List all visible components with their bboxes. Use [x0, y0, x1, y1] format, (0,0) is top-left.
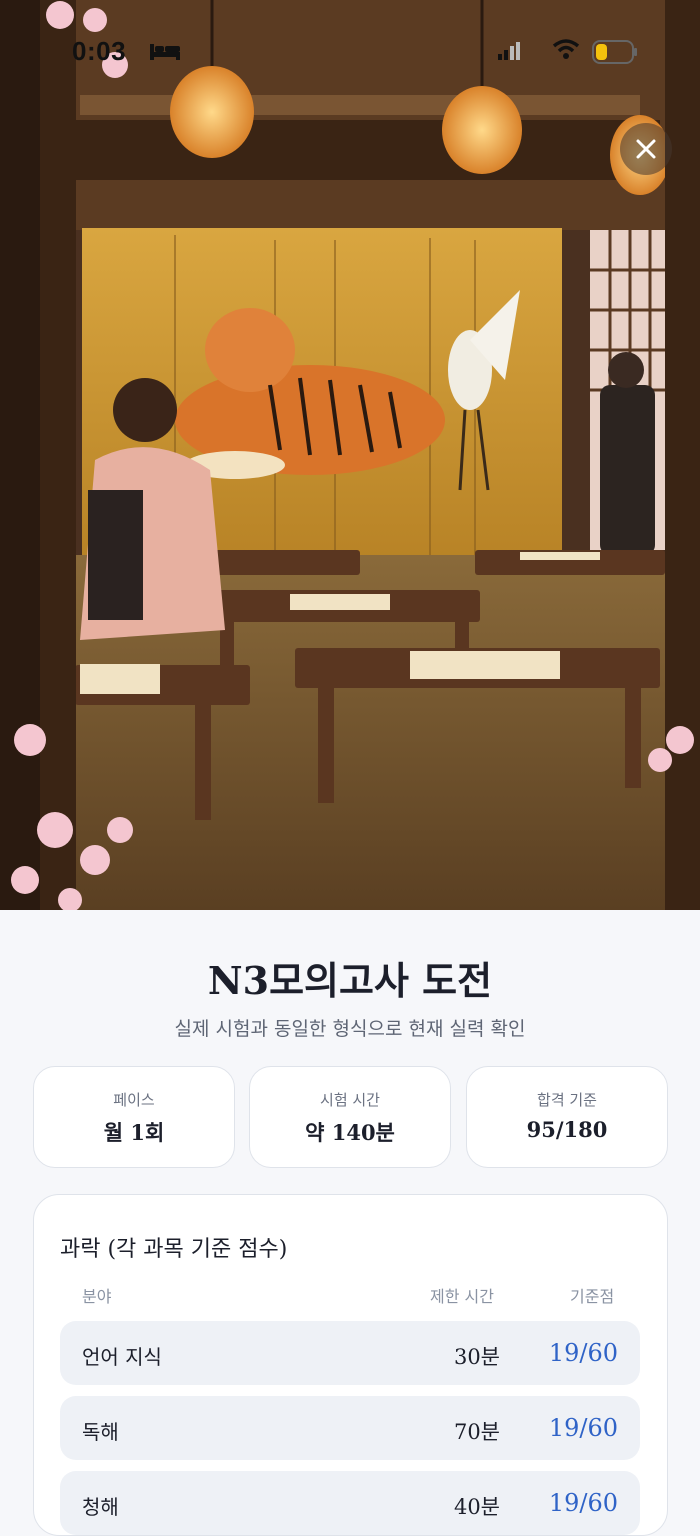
- close-button[interactable]: [620, 123, 672, 175]
- info-card-pace: 페이스 월 1회: [33, 1066, 235, 1168]
- row-cutoff-score: 19/60: [548, 1339, 618, 1367]
- header-cutoff-score: 기준점: [570, 1287, 615, 1306]
- info-card-pass-mark: 합격 기준 95/180: [466, 1066, 668, 1168]
- hero-illustration: 0:03: [0, 0, 700, 910]
- wifi-icon: [552, 38, 580, 60]
- battery-icon: [592, 40, 638, 64]
- page-subtitle: 실제 시험과 동일한 형식으로 현재 실력 확인: [174, 1018, 526, 1040]
- page-title: N3모의고사 도전: [207, 958, 493, 1003]
- header-section: 분야: [82, 1287, 112, 1306]
- row-section-name: 언어 지식: [82, 1345, 162, 1369]
- table-row: 언어 지식 30분 19/60: [60, 1321, 640, 1385]
- table-row: 청해 40분 19/60: [60, 1471, 640, 1535]
- info-card-duration: 시험 시간 약 140분: [249, 1066, 451, 1168]
- info-card-value: 월 1회: [103, 1120, 165, 1145]
- row-time-limit: 70분: [453, 1420, 500, 1444]
- info-card-label: 합격 기준: [537, 1091, 597, 1109]
- row-cutoff-score: 19/60: [548, 1414, 618, 1442]
- exam-details: N3모의고사 도전 실제 시험과 동일한 형식으로 현재 실력 확인 페이스 월…: [0, 910, 700, 1536]
- info-card-value: 95/180: [526, 1117, 608, 1142]
- panel-title: 과락 (각 과목 기준 점수): [60, 1237, 288, 1262]
- row-section-name: 독해: [82, 1420, 119, 1444]
- signal-icon: [498, 42, 520, 60]
- section-cutoff-panel: 과락 (각 과목 기준 점수) 분야 제한 시간 기준점 언어 지식 30분 1…: [33, 1194, 668, 1536]
- header-time-limit: 제한 시간: [430, 1287, 494, 1306]
- row-cutoff-score: 19/60: [548, 1489, 618, 1517]
- table-row: 독해 70분 19/60: [60, 1396, 640, 1460]
- close-icon: [635, 138, 657, 160]
- row-time-limit: 40분: [453, 1495, 500, 1519]
- status-time: 0:03: [72, 36, 127, 66]
- info-card-label: 페이스: [113, 1091, 155, 1109]
- bed-icon: [150, 42, 180, 60]
- info-card-value: 약 140분: [305, 1120, 395, 1145]
- info-card-label: 시험 시간: [320, 1091, 380, 1109]
- status-bar: 0:03: [0, 36, 700, 70]
- info-cards: 페이스 월 1회 시험 시간 약 140분 합격 기준 95/180: [33, 1066, 668, 1168]
- row-section-name: 청해: [82, 1495, 119, 1519]
- row-time-limit: 30분: [453, 1345, 500, 1369]
